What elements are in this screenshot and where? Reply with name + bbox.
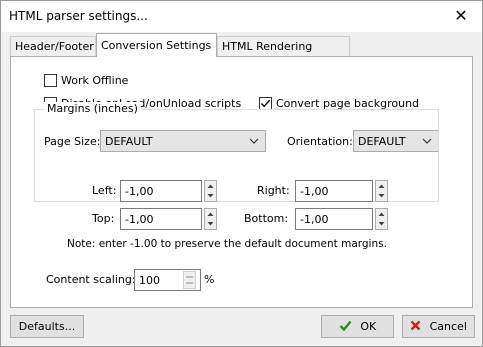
margin-bottom-input[interactable]: -1,00	[295, 208, 373, 230]
margin-right-value: -1,00	[300, 185, 329, 198]
close-icon[interactable]: ✕	[450, 5, 472, 27]
margins-note: Note: enter -1.00 to preserve the defaul…	[67, 238, 387, 250]
margin-right-input[interactable]: -1,00	[295, 180, 373, 202]
margin-left-label: Left:	[92, 184, 117, 197]
spin-down-icon[interactable]	[205, 191, 216, 201]
spin-up-icon[interactable]	[205, 209, 216, 219]
spin-down-icon[interactable]	[184, 280, 195, 288]
margin-top-spinner[interactable]	[204, 208, 217, 230]
content-scaling-unit: %	[204, 273, 215, 286]
spin-down-icon[interactable]	[376, 219, 387, 229]
content-scaling-input[interactable]: 100	[134, 269, 201, 291]
tab-conversion-settings[interactable]: Conversion Settings	[96, 33, 217, 57]
check-icon	[260, 99, 271, 108]
checkmark-icon	[339, 320, 356, 333]
margin-top-label: Top:	[92, 212, 115, 225]
margin-left-input[interactable]: -1,00	[120, 180, 202, 202]
margin-left-value: -1,00	[125, 185, 154, 198]
content-scaling-label: Content scaling:	[46, 273, 136, 286]
margin-top-value: -1,00	[125, 213, 154, 226]
work-offline-checkbox[interactable]	[44, 74, 57, 87]
spin-up-icon[interactable]	[184, 272, 195, 280]
margin-top-input[interactable]: -1,00	[120, 208, 202, 230]
margin-left-spinner[interactable]	[204, 180, 217, 202]
html-parser-settings-dialog: HTML parser settings... ✕ Header/Footer …	[0, 0, 483, 347]
cancel-button-label: Cancel	[429, 320, 467, 333]
cancel-button[interactable]: Cancel	[402, 315, 475, 338]
spin-up-icon[interactable]	[376, 209, 387, 219]
defaults-button-label: Defaults...	[18, 320, 76, 333]
content-scaling-value: 100	[139, 274, 160, 287]
spin-up-icon[interactable]	[205, 181, 216, 191]
tab-html-rendering-engine[interactable]: HTML Rendering Engine	[217, 36, 350, 73]
margins-group-title: Margins (inches)	[44, 102, 141, 115]
tab-header-footer[interactable]: Header/Footer	[10, 36, 96, 56]
ok-button[interactable]: OK	[321, 315, 394, 338]
red-x-icon	[410, 320, 425, 333]
window-title: HTML parser settings...	[9, 9, 148, 23]
margin-bottom-spinner[interactable]	[375, 208, 388, 230]
spin-up-icon[interactable]	[376, 181, 387, 191]
title-bar: HTML parser settings... ✕	[1, 1, 482, 32]
spin-down-icon[interactable]	[205, 219, 216, 229]
ok-button-label: OK	[360, 320, 377, 333]
margin-bottom-value: -1,00	[300, 213, 329, 226]
margin-bottom-label: Bottom:	[244, 212, 289, 225]
work-offline-label[interactable]: Work Offline	[61, 74, 128, 87]
tab-label: Header/Footer	[15, 40, 94, 53]
spin-down-icon[interactable]	[376, 191, 387, 201]
margin-right-spinner[interactable]	[375, 180, 388, 202]
defaults-button[interactable]: Defaults...	[10, 315, 84, 338]
tab-label: Conversion Settings	[101, 39, 212, 52]
content-scaling-spinner[interactable]	[183, 271, 196, 289]
margin-right-label: Right:	[257, 184, 290, 197]
